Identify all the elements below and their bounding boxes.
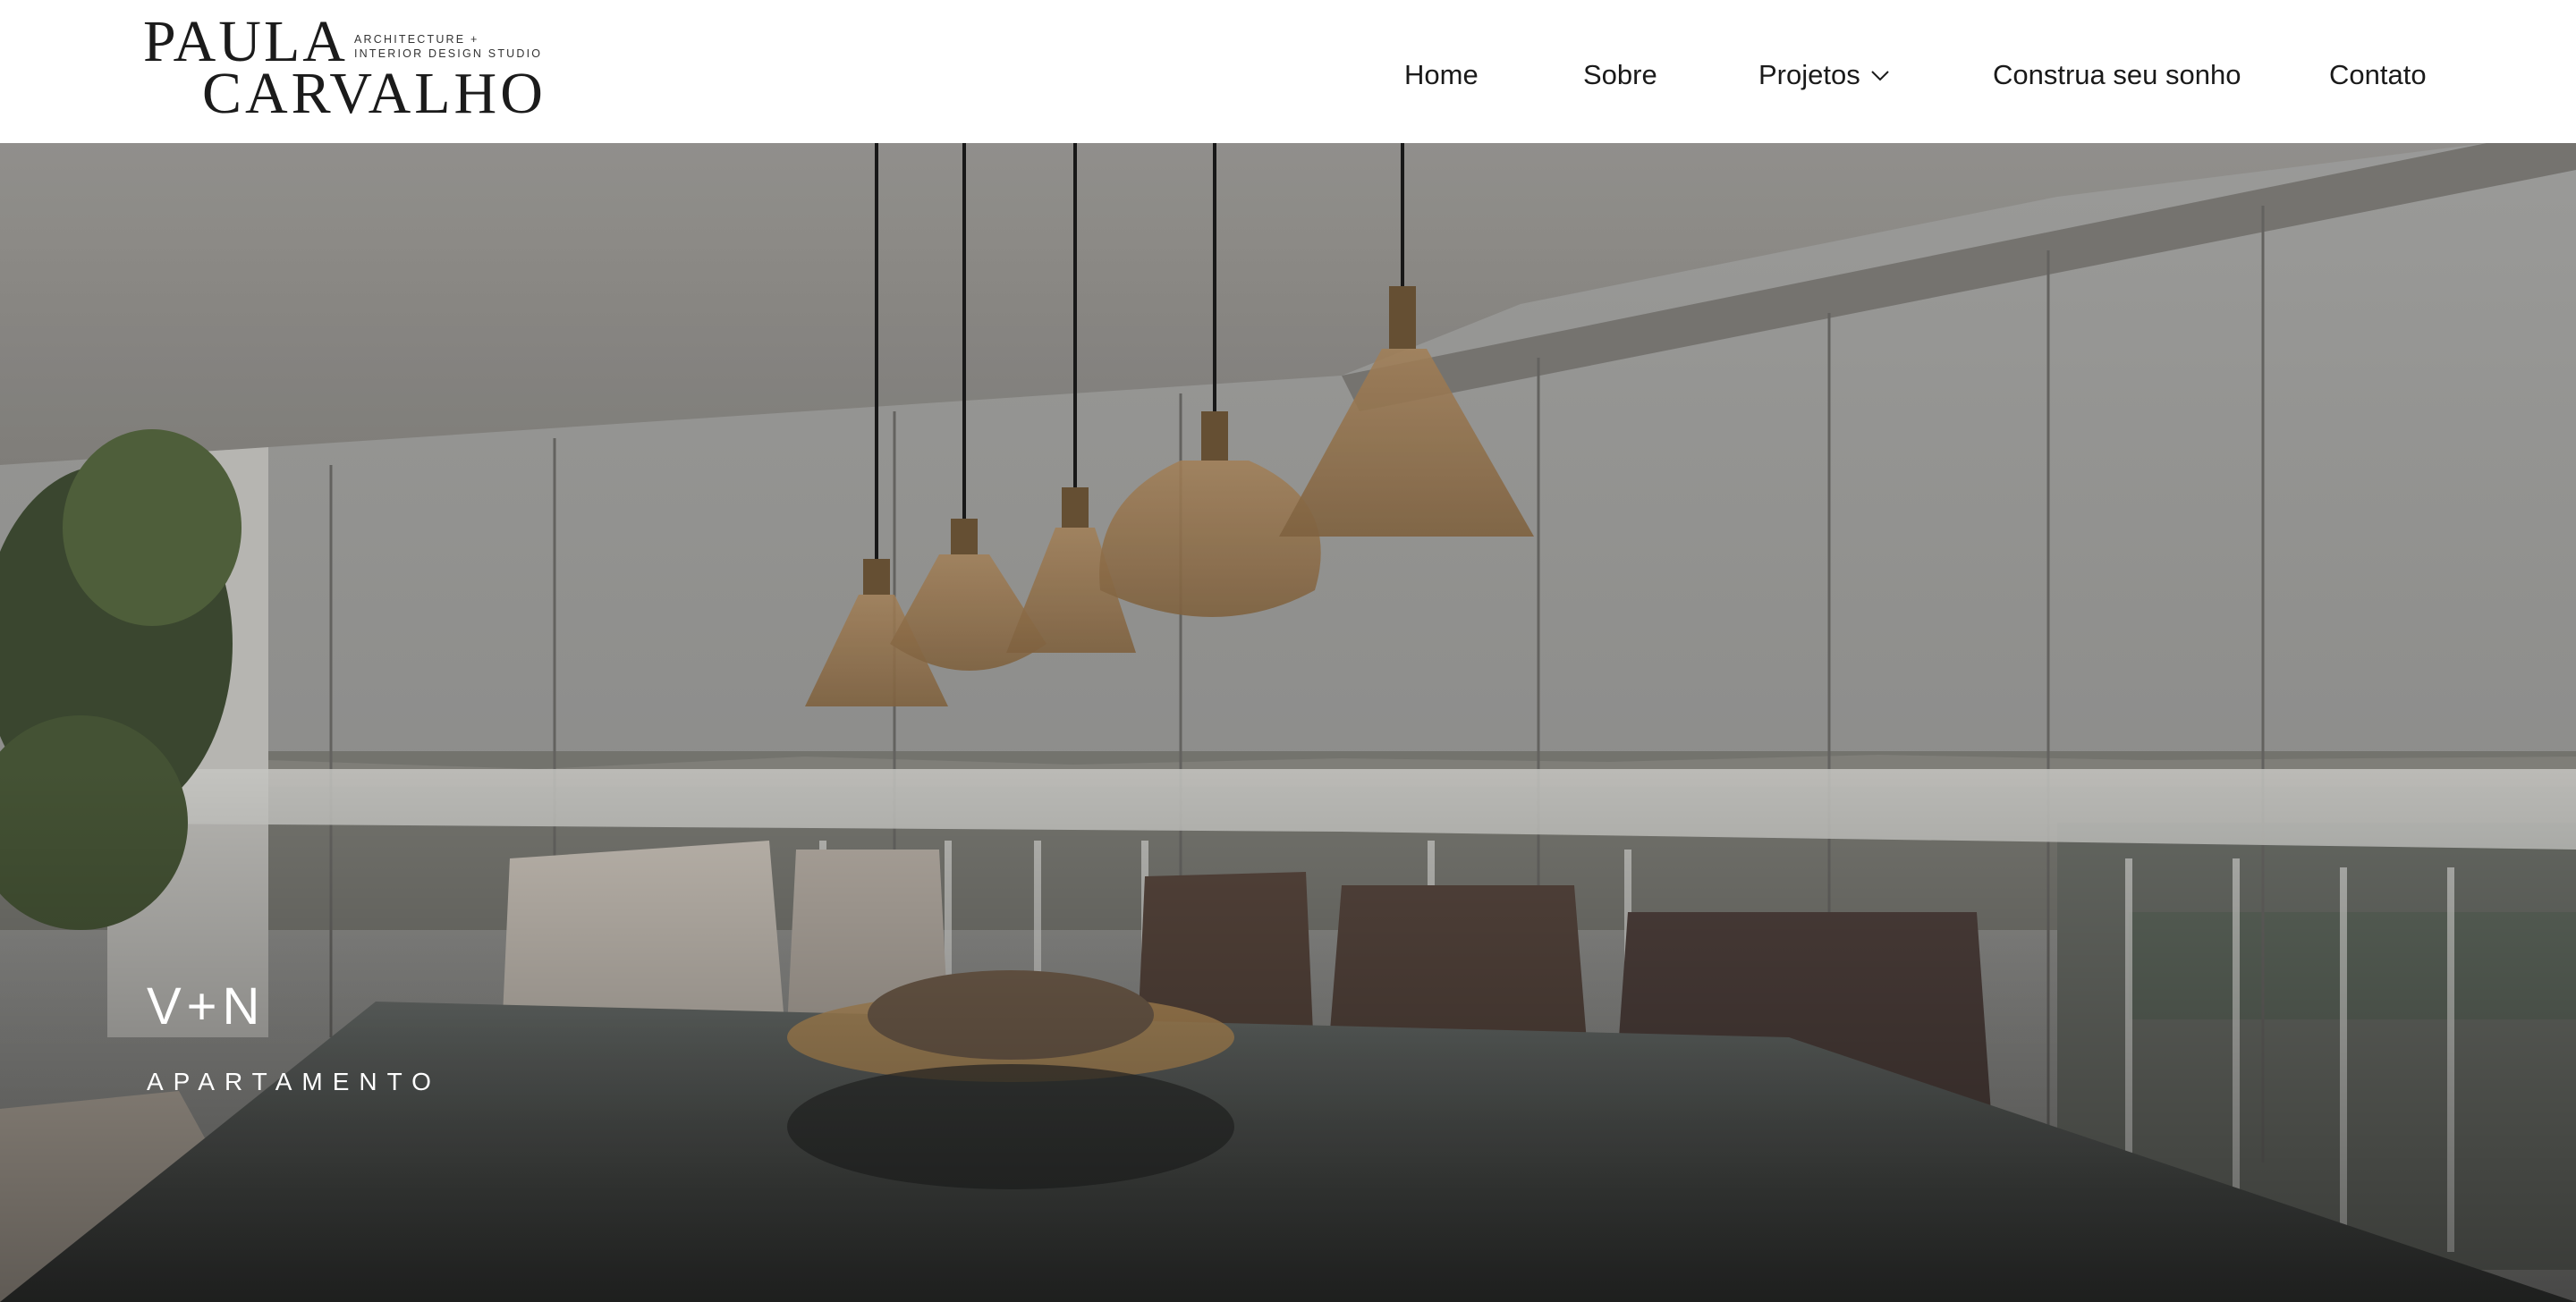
hero-project-title: V+N <box>147 977 266 1036</box>
nav-projetos-dropdown[interactable]: Projetos <box>1758 57 1891 93</box>
nav-contato-link[interactable]: Contato <box>2329 57 2427 93</box>
nav-projetos-label: Projetos <box>1758 59 1860 90</box>
nav-sobre-link[interactable]: Sobre <box>1583 57 1657 93</box>
hero-project-category: APARTAMENTO <box>147 1068 441 1095</box>
nav-construa-link[interactable]: Construa seu sonho <box>1993 57 2241 93</box>
logo-tagline-line-1: ARCHITECTURE + <box>354 33 479 46</box>
hero-background-image <box>0 143 2576 1302</box>
site-header: PAULA ARCHITECTURE + INTERIOR DESIGN STU… <box>0 0 2576 143</box>
main-nav: Home Sobre Projetos Construa seu sonho C… <box>0 57 2576 93</box>
nav-home-link[interactable]: Home <box>1404 57 1479 93</box>
chevron-down-icon <box>1871 71 1889 81</box>
hero-banner: V+N APARTAMENTO <box>0 143 2576 1302</box>
